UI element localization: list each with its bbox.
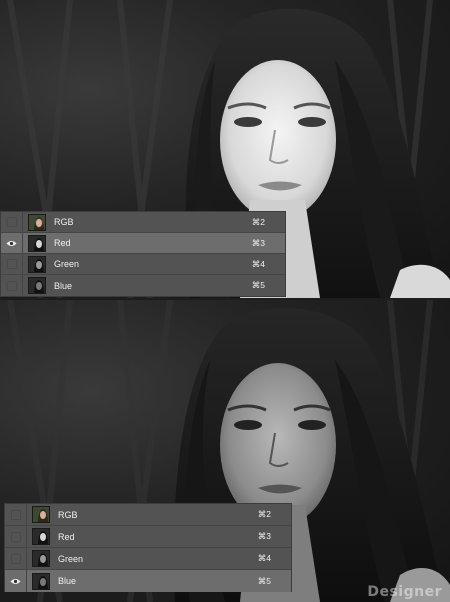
channel-row-rgb[interactable]: RGB ⌘2 [1, 212, 285, 233]
channel-shortcut: ⌘5 [251, 280, 265, 290]
channel-row-blue[interactable]: Blue ⌘5 [5, 570, 291, 592]
blue-channel-preview: RGB ⌘2 Red ⌘3 Green ⌘4 Blue ⌘5 Designer [0, 300, 450, 602]
channel-shortcut: ⌘2 [257, 509, 271, 519]
visibility-toggle[interactable] [5, 570, 27, 592]
channel-row-green[interactable]: Green ⌘4 [5, 548, 291, 570]
eye-icon[interactable] [6, 240, 17, 247]
channel-label: Red [58, 531, 75, 542]
channel-shortcut: ⌘4 [251, 258, 265, 269]
empty-visibility-box[interactable] [6, 217, 17, 227]
channel-thumbnail [28, 213, 46, 231]
visibility-toggle[interactable] [1, 254, 23, 274]
empty-visibility-box[interactable] [10, 531, 21, 542]
eye-icon[interactable] [10, 578, 21, 585]
red-channel-preview: RGB ⌘2 Red ⌘3 Green ⌘4 Blue ⌘5 [0, 0, 450, 298]
channel-thumbnail [28, 234, 46, 252]
empty-visibility-box[interactable] [6, 259, 17, 269]
channel-row-red[interactable]: Red ⌘3 [5, 526, 291, 548]
channel-thumbnail [28, 277, 46, 294]
channel-label: Blue [58, 576, 77, 586]
channel-row-green[interactable]: Green ⌘4 [1, 254, 285, 275]
visibility-toggle[interactable] [1, 212, 23, 232]
visibility-toggle[interactable] [5, 526, 27, 547]
channel-shortcut: ⌘5 [257, 575, 271, 586]
channel-label: Green [58, 553, 84, 564]
empty-visibility-box[interactable] [10, 509, 21, 520]
empty-visibility-box[interactable] [10, 553, 21, 564]
channels-panel: RGB ⌘2 Red ⌘3 Green ⌘4 Blue ⌘5 [0, 211, 286, 297]
channel-thumbnail [32, 572, 50, 590]
channel-row-red[interactable]: Red ⌘3 [1, 233, 285, 254]
visibility-toggle[interactable] [5, 548, 27, 569]
channel-shortcut: ⌘2 [251, 216, 265, 227]
channel-label: Blue [54, 280, 73, 291]
channel-shortcut: ⌘4 [257, 553, 271, 563]
channel-thumbnail [32, 550, 50, 567]
channel-row-rgb[interactable]: RGB ⌘2 [5, 504, 291, 526]
visibility-toggle[interactable] [1, 233, 23, 253]
channels-panel: RGB ⌘2 Red ⌘3 Green ⌘4 Blue ⌘5 [4, 503, 292, 592]
watermark: Designer [367, 584, 442, 600]
channel-label: RGB [58, 509, 78, 520]
channel-shortcut: ⌘3 [251, 237, 265, 248]
visibility-toggle[interactable] [5, 504, 27, 525]
channel-row-blue[interactable]: Blue ⌘5 [1, 275, 285, 296]
empty-visibility-box[interactable] [6, 280, 17, 291]
visibility-toggle[interactable] [1, 275, 23, 296]
channel-thumbnail [32, 506, 50, 523]
channel-thumbnail [28, 255, 46, 273]
channel-shortcut: ⌘3 [257, 531, 271, 541]
channel-thumbnail [32, 528, 50, 545]
channel-label: Red [54, 238, 71, 248]
channel-label: RGB [54, 217, 74, 227]
channel-label: Green [54, 259, 80, 269]
